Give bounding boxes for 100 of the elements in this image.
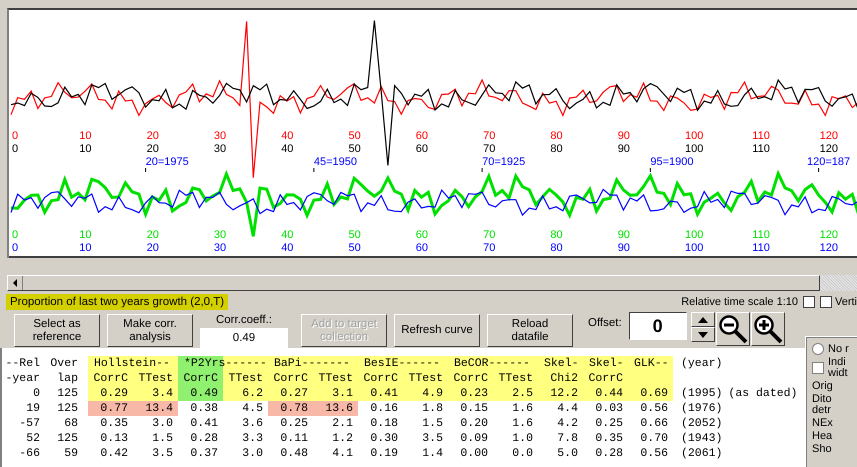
table-group-heading: GLK--	[628, 356, 673, 371]
curve-label: 100	[685, 229, 704, 241]
zoom-out-button[interactable]	[716, 312, 750, 346]
curve-label: 60	[416, 229, 428, 241]
spin-up-button[interactable]	[690, 312, 715, 327]
table-cell: (2052)	[681, 416, 722, 431]
table-cell-text: 68	[63, 416, 78, 431]
radio-button[interactable]	[812, 343, 824, 355]
table-cell-text: 3.5	[151, 446, 174, 461]
spin-down-button[interactable]	[690, 327, 715, 342]
table-cell: 0.69	[628, 386, 673, 401]
table-group-heading: BeCOR------	[448, 356, 538, 371]
table-cell-text: 1.5	[151, 431, 174, 446]
table-cell: (1995)	[681, 386, 722, 401]
table-cell-text: 0.28	[594, 446, 624, 461]
action-button[interactable]: Select as reference	[14, 314, 100, 347]
option-label: Sho	[812, 444, 832, 455]
curve-label: 10	[79, 229, 92, 241]
zoom-out-icon	[718, 314, 748, 344]
table-cell: 3.1	[313, 386, 358, 401]
vertical-checkbox[interactable]	[820, 296, 832, 308]
year-mark: 120=187	[807, 156, 850, 172]
table-heading: CorrC	[268, 371, 313, 386]
curve-label: 60	[416, 143, 428, 155]
table-cell-text: 0.09	[459, 431, 489, 446]
table-cell-text: 3.0	[151, 416, 174, 431]
table-cell-text: 125	[56, 401, 78, 416]
table-cell-text: 0.56	[639, 446, 669, 461]
table-cell-text: 4.2	[556, 416, 579, 431]
table-cell-text: 0.11	[279, 431, 309, 446]
time-scale-checkbox[interactable]	[802, 296, 815, 308]
curve-label: 80	[550, 229, 563, 241]
table-cell-text: 0	[32, 386, 40, 401]
table-cell-text: 0.19	[369, 446, 399, 461]
curve-label: 70	[483, 229, 496, 241]
table-heading: --Rel	[4, 356, 40, 371]
curve-label: 80	[550, 130, 563, 142]
table-cell-text: 0.35	[99, 416, 129, 431]
curve-label: 120	[820, 130, 838, 142]
table-cell-text: 0.41	[189, 416, 219, 431]
table-cell-text: 0.35	[594, 431, 624, 446]
curve-label: 60	[416, 242, 428, 254]
curve-label: 0	[12, 143, 18, 155]
table-heading: CorrC	[358, 371, 403, 386]
horizontal-scrollbar[interactable]	[7, 275, 820, 291]
curve-label: 120	[820, 143, 838, 155]
curve-label: 90	[618, 229, 630, 241]
table-cell-text: 1.6	[511, 401, 534, 416]
table-cell-text: 0.25	[594, 416, 624, 431]
option-label: Dito detr	[812, 394, 832, 416]
table-cell: 0.44	[583, 386, 628, 401]
table-cell-text: 1.8	[421, 401, 444, 416]
curve-label: 120	[820, 229, 838, 241]
table-cell: 0.49	[178, 386, 223, 401]
curve-label: 110	[752, 143, 770, 155]
year-mark: 95=1900	[650, 156, 694, 172]
corr-coeff-field[interactable]: 0.49	[200, 328, 288, 348]
table-cell: 0.29	[88, 386, 133, 401]
table-cell-text: 0.28	[189, 431, 219, 446]
curve-label: 30	[214, 130, 226, 142]
curve-label: 20	[146, 229, 159, 241]
table-group-heading: Skel-	[583, 356, 628, 371]
table-heading: CorrC	[583, 371, 628, 386]
action-button[interactable]: Reload datafile	[487, 314, 573, 347]
curve-label: 10	[79, 130, 92, 142]
zoom-in-button[interactable]	[750, 312, 785, 346]
table-heading: Over	[49, 356, 78, 371]
time-scale-label: Relative time scale 1:10	[681, 296, 798, 308]
curve-label: 50	[348, 130, 361, 142]
table-group-heading: *P2Yrs------	[178, 356, 268, 371]
corr-coeff-label: Corr.coeff.:	[216, 314, 272, 326]
action-button[interactable]: Refresh curve	[394, 314, 480, 347]
action-button[interactable]: Make corr. analysis	[107, 314, 193, 347]
table-cell-text: 0.13	[99, 431, 129, 446]
table-cell: (1943)	[681, 431, 722, 446]
curve-label: 40	[281, 143, 294, 155]
table-cell-text: 5.0	[556, 446, 579, 461]
curve-label: 90	[618, 130, 630, 142]
table-cell: 2.5	[493, 386, 538, 401]
down-arrow-icon	[698, 332, 708, 338]
table-cell-text: 0.56	[639, 401, 669, 416]
curve-label: 30	[214, 229, 226, 241]
table-cell-text: 4.1	[331, 446, 354, 461]
table-heading: TTest	[133, 371, 178, 386]
curve-label: 30	[214, 143, 226, 155]
curve-label: 0	[12, 242, 18, 254]
curve-label: 90	[618, 143, 630, 155]
table-cell: 0.78	[268, 401, 313, 416]
offset-field[interactable]: 0	[628, 312, 687, 340]
option-checkbox[interactable]	[812, 362, 824, 374]
table-heading: lap	[56, 371, 78, 386]
table-cell: 0.23	[448, 386, 493, 401]
curve-label: 110	[752, 130, 770, 142]
table-cell-text: 59	[63, 446, 78, 461]
table-cell-text: 3.3	[241, 431, 264, 446]
table-cell-text: 0.66	[639, 416, 669, 431]
table-heading: TTest	[403, 371, 448, 386]
table-cell: 4.9	[403, 386, 448, 401]
table-cell: 0.27	[268, 386, 313, 401]
curve-label: 10	[79, 143, 92, 155]
